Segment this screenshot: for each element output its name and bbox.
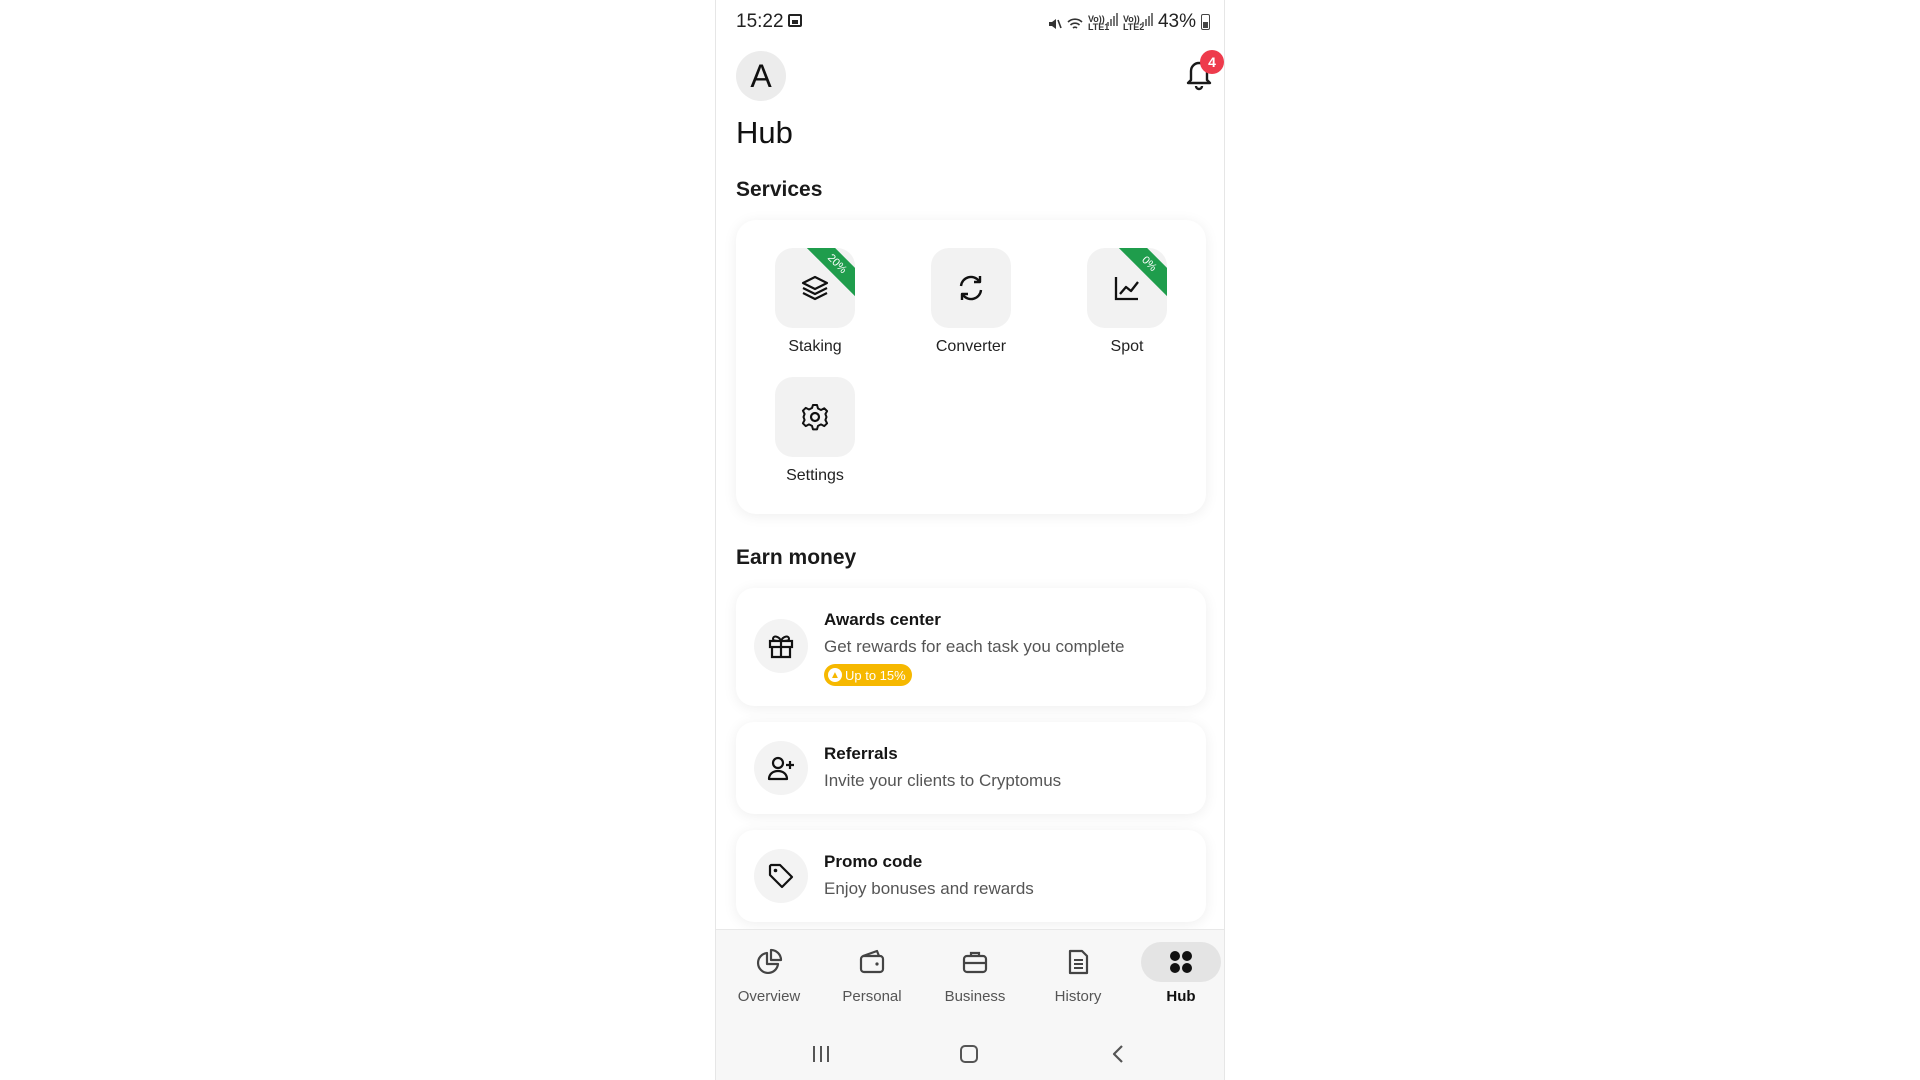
avatar[interactable]: A — [736, 51, 786, 101]
service-settings[interactable]: Settings — [755, 377, 875, 485]
promo-code-item[interactable]: Promo code Enjoy bonuses and rewards — [736, 830, 1206, 922]
sim1-signal-icon: Vo)) LTE1 — [1087, 13, 1118, 32]
phone-screen: 15:22 Vo)) LTE1 Vo)) LTE2 43% A 4 Hub Se… — [715, 0, 1225, 1080]
earn-section-title: Earn money — [736, 546, 857, 569]
system-navigation-bar — [716, 1029, 1224, 1080]
earn-item-title: Awards center — [824, 610, 941, 629]
nav-personal[interactable]: Personal — [822, 942, 922, 1020]
mute-icon — [1048, 13, 1062, 31]
nav-history[interactable]: History — [1028, 942, 1128, 1020]
nav-label: Overview — [737, 988, 801, 1005]
earn-item-description: Get rewards for each task you complete — [824, 637, 1125, 656]
bottom-navigation: Overview Personal Business History Hub — [716, 929, 1224, 1029]
service-tile: 0% — [1087, 248, 1167, 328]
service-label: Converter — [935, 338, 1007, 355]
nav-icon-wrap — [832, 942, 912, 982]
nav-overview[interactable]: Overview — [719, 942, 819, 1020]
page-title: Hub — [736, 115, 793, 150]
nav-label: History — [1054, 988, 1102, 1005]
nav-label: Business — [944, 988, 1006, 1005]
nav-label: Personal — [842, 988, 902, 1005]
battery-icon — [1201, 14, 1210, 30]
service-tile — [931, 248, 1011, 328]
nav-business[interactable]: Business — [925, 942, 1025, 1020]
sim2-label: Vo)) LTE2 — [1122, 14, 1145, 32]
service-tile — [775, 377, 855, 457]
services-card: 20% Staking Converter 0% Spot Settings — [736, 220, 1206, 514]
nav-hub[interactable]: Hub — [1131, 942, 1224, 1020]
back-icon[interactable] — [1104, 1041, 1134, 1067]
referrals-item[interactable]: Referrals Invite your clients to Cryptom… — [736, 722, 1206, 814]
arrow-up-icon: ▲ — [828, 668, 842, 682]
gift-icon — [754, 619, 808, 673]
status-icons: Vo)) LTE1 Vo)) LTE2 43% — [1048, 11, 1210, 32]
briefcase-icon — [962, 951, 988, 974]
earn-item-description: Invite your clients to Cryptomus — [824, 771, 1062, 790]
service-tile: 20% — [775, 248, 855, 328]
gear-icon — [801, 404, 829, 431]
service-label: Staking — [788, 338, 842, 355]
sim2-signal-icon: Vo)) LTE2 — [1122, 13, 1153, 32]
status-bar: 15:22 Vo)) LTE1 Vo)) LTE2 43% — [716, 0, 1224, 46]
sim1-label: Vo)) LTE1 — [1087, 14, 1110, 32]
wallet-icon — [859, 949, 885, 974]
line-chart-icon — [1114, 277, 1139, 301]
earn-item-description: Enjoy bonuses and rewards — [824, 879, 1034, 898]
nav-icon-wrap — [935, 942, 1015, 982]
home-icon[interactable] — [954, 1041, 984, 1067]
service-spot[interactable]: 0% Spot — [1067, 248, 1187, 356]
services-section-title: Services — [736, 178, 823, 201]
wifi-icon — [1067, 13, 1083, 31]
service-label: Spot — [1110, 338, 1144, 355]
status-time: 15:22 — [736, 11, 784, 32]
document-icon — [1068, 949, 1089, 975]
nav-icon-wrap — [1141, 942, 1221, 982]
tag-icon — [754, 849, 808, 903]
pie-chart-icon — [756, 948, 783, 975]
nav-icon-wrap — [729, 942, 809, 982]
reward-pill-label: Up to 15% — [845, 667, 906, 683]
service-staking[interactable]: 20% Staking — [755, 248, 875, 356]
add-user-icon — [754, 741, 808, 795]
nav-icon-wrap — [1038, 942, 1118, 982]
notification-count-badge: 4 — [1200, 50, 1224, 74]
earn-item-title: Referrals — [824, 744, 898, 763]
gallery-notification-icon — [788, 14, 802, 27]
recent-apps-icon[interactable] — [806, 1041, 836, 1067]
layers-icon — [801, 275, 829, 301]
battery-percent: 43% — [1157, 11, 1196, 32]
reward-pill: ▲ Up to 15% — [824, 664, 912, 686]
refresh-icon — [959, 275, 983, 301]
earn-item-title: Promo code — [824, 852, 923, 871]
nav-label: Hub — [1166, 988, 1196, 1005]
service-converter[interactable]: Converter — [911, 248, 1031, 356]
awards-center-item[interactable]: Awards center Get rewards for each task … — [736, 588, 1206, 706]
grid-icon — [1170, 951, 1192, 973]
service-label: Settings — [786, 467, 844, 484]
